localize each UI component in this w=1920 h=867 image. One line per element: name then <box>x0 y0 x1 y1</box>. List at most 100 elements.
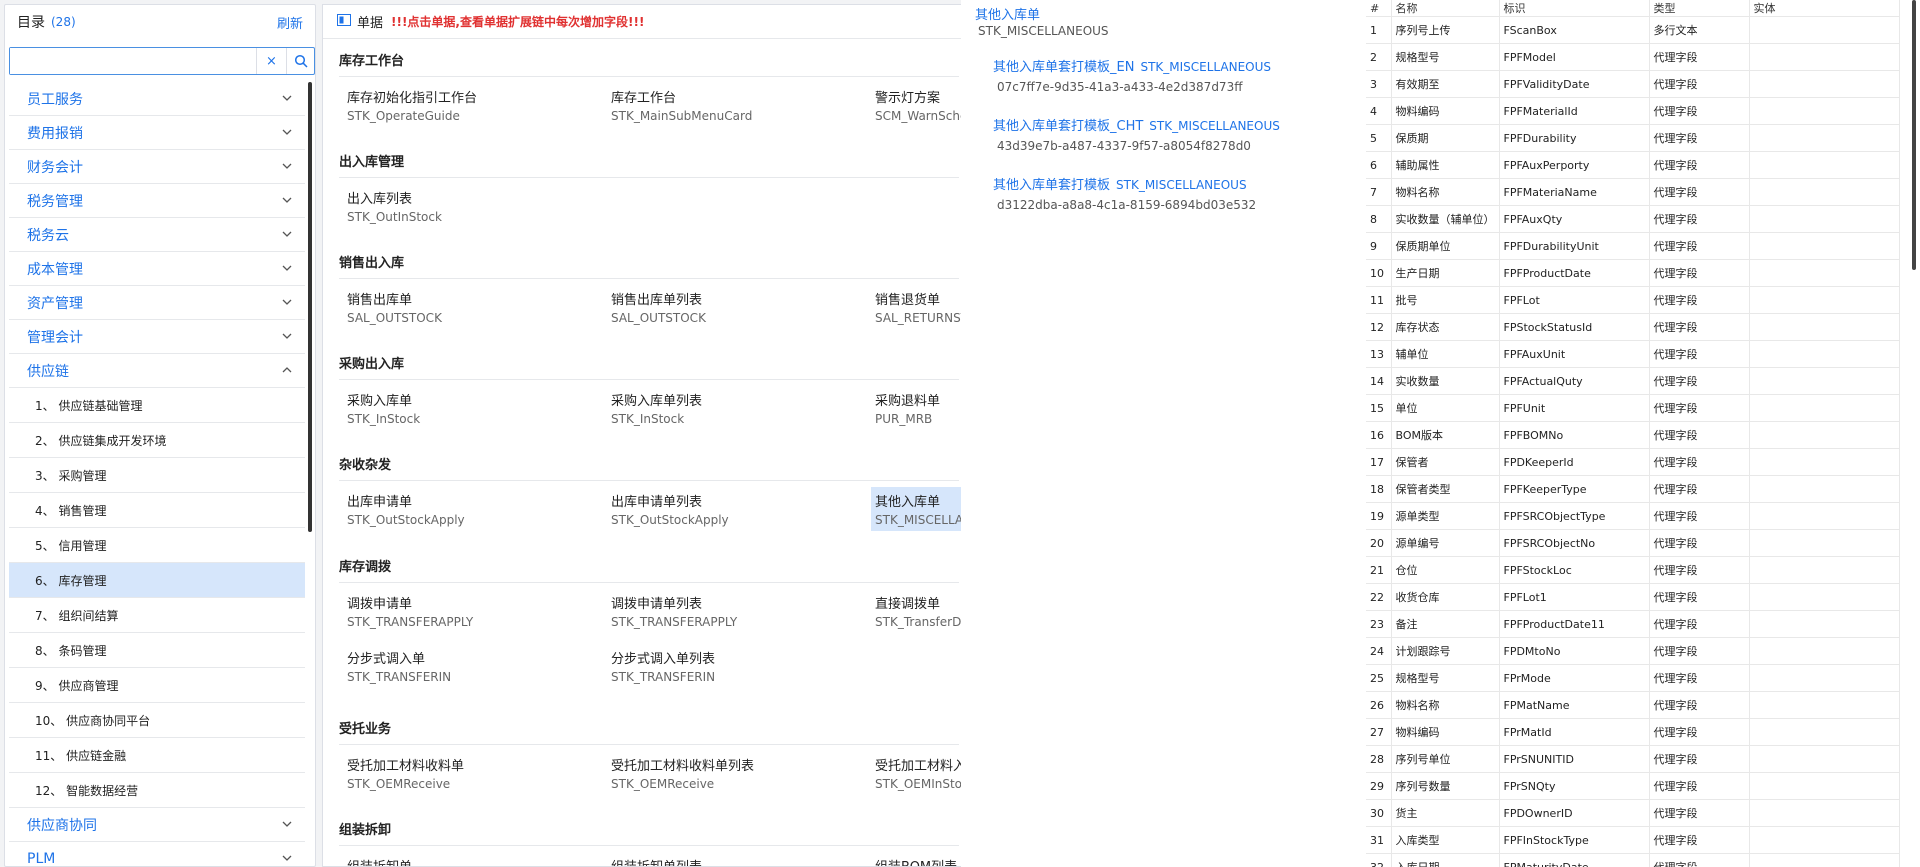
document-item[interactable]: 库存工作台 STK_MainSubMenuCard <box>607 83 857 127</box>
table-row[interactable]: 10 生产日期 FPFProductDate 代理字段 <box>1366 259 1900 287</box>
table-row[interactable]: 8 实收数量（辅单位） FPFAuxQty 代理字段 <box>1366 205 1900 233</box>
table-row[interactable]: 20 源单编号 FPFSRCObjectNo 代理字段 <box>1366 529 1900 557</box>
sidebar-subitem[interactable]: 4、 销售管理 <box>9 493 305 528</box>
table-row[interactable]: 14 实收数量 FPFActualQuty 代理字段 <box>1366 367 1900 395</box>
sidebar-subitem[interactable]: 2、 供应链集成开发环境 <box>9 423 305 458</box>
document-item[interactable]: 出库申请单列表 STK_OutStockApply <box>607 487 857 531</box>
chevron-down-icon[interactable] <box>281 228 295 242</box>
sidebar-subitem[interactable]: 1、 供应链基础管理 <box>9 388 305 423</box>
document-item[interactable]: 销售出库单列表 SAL_OUTSTOCK <box>607 285 857 329</box>
template-name[interactable]: 其他入库单套打模板_CHT STK_MISCELLANEOUS <box>993 115 1353 134</box>
chevron-down-icon[interactable] <box>281 262 295 276</box>
template-item[interactable]: 其他入库单套打模板_CHT STK_MISCELLANEOUS 43d39e7b-a… <box>993 115 1353 153</box>
template-item[interactable]: 其他入库单套打模板_EN STK_MISCELLANEOUS 07c7ff7e-9d… <box>993 56 1353 94</box>
chevron-up-icon[interactable] <box>281 364 295 378</box>
table-row[interactable]: 21 仓位 FPFStockLoc 代理字段 <box>1366 556 1900 584</box>
table-row[interactable]: 30 货主 FPDOwnerID 代理字段 <box>1366 799 1900 827</box>
table-row[interactable]: 24 计划跟踪号 FPDMtoNo 代理字段 <box>1366 637 1900 665</box>
template-item[interactable]: 其他入库单套打模板 STK_MISCELLANEOUS d3122dba-a8a8-… <box>993 174 1353 212</box>
sidebar-scrollbar[interactable] <box>308 82 312 532</box>
sidebar-subitem[interactable]: 8、 条码管理 <box>9 633 305 668</box>
document-item[interactable]: 组装拆卸单列表 <box>607 852 857 866</box>
table-row[interactable]: 15 单位 FPFUnit 代理字段 <box>1366 394 1900 422</box>
sidebar-subitem[interactable]: 9、 供应商管理 <box>9 668 305 703</box>
table-row[interactable]: 12 库存状态 FPStockStatusId 代理字段 <box>1366 313 1900 341</box>
table-row[interactable]: 27 物料编码 FPrMatId 代理字段 <box>1366 718 1900 746</box>
sidebar-subitem[interactable]: 10、 供应商协同平台 <box>9 703 305 738</box>
sidebar-category[interactable]: 供应商协同 <box>9 808 305 842</box>
document-item[interactable]: 警示灯方案 SCM_WarnScheme <box>871 83 961 127</box>
chevron-down-icon[interactable] <box>281 92 295 106</box>
table-row[interactable]: 31 入库类型 FPFInStockType 代理字段 <box>1366 826 1900 854</box>
chevron-down-icon[interactable] <box>281 852 295 866</box>
search-input[interactable] <box>10 48 256 74</box>
document-item[interactable]: 受托加工材料收料单列表 STK_OEMReceive <box>607 751 857 795</box>
sidebar-subitem[interactable]: 6、 库存管理 <box>9 563 305 598</box>
document-item[interactable]: 受托加工材料入库单 STK_OEMInStock <box>871 751 961 795</box>
table-row[interactable]: 3 有效期至 FPFValidityDate 代理字段 <box>1366 70 1900 98</box>
document-item[interactable]: 组装拆卸单 <box>343 852 593 866</box>
sidebar-subitem[interactable]: 11、 供应链金融 <box>9 738 305 773</box>
chevron-down-icon[interactable] <box>281 296 295 310</box>
table-row[interactable]: 25 规格型号 FPrMode 代理字段 <box>1366 664 1900 692</box>
document-item[interactable]: 出入库列表 STK_OutInStock <box>343 184 593 228</box>
table-row[interactable]: 28 序列号单位 FPrSNUNITID 代理字段 <box>1366 745 1900 773</box>
chevron-down-icon[interactable] <box>281 126 295 140</box>
table-row[interactable]: 1 序列号上传 FScanBox 多行文本 <box>1366 16 1900 44</box>
table-row[interactable]: 13 辅单位 FPFAuxUnit 代理字段 <box>1366 340 1900 368</box>
document-item[interactable]: 出库申请单 STK_OutStockApply <box>343 487 593 531</box>
table-row[interactable]: 2 规格型号 FPFModel 代理字段 <box>1366 43 1900 71</box>
table-row[interactable]: 6 辅助属性 FPFAuxPerporty 代理字段 <box>1366 151 1900 179</box>
refresh-button[interactable]: 刷新 <box>277 13 303 32</box>
document-item[interactable]: 销售退货单 SAL_RETURNSTOCK <box>871 285 961 329</box>
document-item[interactable]: 分步式调入单 STK_TRANSFERIN <box>343 644 593 688</box>
sidebar-category[interactable]: 管理会计 <box>9 320 305 354</box>
sidebar-category[interactable]: PLM <box>9 842 305 866</box>
sidebar-category[interactable]: 资产管理 <box>9 286 305 320</box>
template-name[interactable]: 其他入库单套打模板 STK_MISCELLANEOUS <box>993 174 1353 193</box>
clear-icon[interactable]: × <box>256 48 286 74</box>
table-row[interactable]: 16 BOM版本 FPFBOMNo 代理字段 <box>1366 421 1900 449</box>
document-item[interactable]: 库存初始化指引工作台 STK_OperateGuide <box>343 83 593 127</box>
sidebar-category[interactable]: 成本管理 <box>9 252 305 286</box>
document-item[interactable]: 采购入库单 STK_InStock <box>343 386 593 430</box>
template-name[interactable]: 其他入库单套打模板_EN STK_MISCELLANEOUS <box>993 56 1353 75</box>
sidebar-category[interactable]: 税务云 <box>9 218 305 252</box>
table-row[interactable]: 7 物料名称 FPFMateriaName 代理字段 <box>1366 178 1900 206</box>
document-item[interactable]: 采购退料单 PUR_MRB <box>871 386 961 430</box>
sidebar-category[interactable]: 税务管理 <box>9 184 305 218</box>
table-row[interactable]: 23 备注 FPFProductDate11 代理字段 <box>1366 610 1900 638</box>
search-icon[interactable] <box>286 48 314 74</box>
document-item[interactable]: 调拨申请单 STK_TRANSFERAPPLY <box>343 589 593 633</box>
table-row[interactable]: 19 源单类型 FPFSRCObjectType 代理字段 <box>1366 502 1900 530</box>
document-item[interactable]: 采购入库单列表 STK_InStock <box>607 386 857 430</box>
table-row[interactable]: 18 保管者类型 FPFKeeperType 代理字段 <box>1366 475 1900 503</box>
table-row[interactable]: 26 物料名称 FPMatName 代理字段 <box>1366 691 1900 719</box>
table-row[interactable]: 9 保质期单位 FPFDurabilityUnit 代理字段 <box>1366 232 1900 260</box>
table-row[interactable]: 29 序列号数量 FPrSNQty 代理字段 <box>1366 772 1900 800</box>
document-item[interactable]: 分步式调入单列表 STK_TRANSFERIN <box>607 644 857 688</box>
chevron-down-icon[interactable] <box>281 818 295 832</box>
sidebar-subitem[interactable]: 7、 组织间结算 <box>9 598 305 633</box>
table-row[interactable]: 4 物料编码 FPFMaterialId 代理字段 <box>1366 97 1900 125</box>
sidebar-category[interactable]: 供应链 <box>9 354 305 388</box>
sidebar-subitem[interactable]: 5、 信用管理 <box>9 528 305 563</box>
table-row[interactable]: 17 保管者 FPDKeeperId 代理字段 <box>1366 448 1900 476</box>
document-item[interactable]: 直接调拨单 STK_TransferDirect <box>871 589 961 633</box>
chevron-down-icon[interactable] <box>281 194 295 208</box>
document-item[interactable]: 组装BOM列表 <box>871 852 961 866</box>
chevron-down-icon[interactable] <box>281 330 295 344</box>
sidebar-category[interactable]: 财务会计 <box>9 150 305 184</box>
chevron-down-icon[interactable] <box>281 160 295 174</box>
document-item[interactable]: 受托加工材料收料单 STK_OEMReceive <box>343 751 593 795</box>
document-item[interactable]: 其他入库单 STK_MISCELLANEOUS <box>871 487 961 531</box>
table-row[interactable]: 32入库日期FPMaturityDate代理字段 <box>1366 853 1900 867</box>
table-row[interactable]: 11 批号 FPFLot 代理字段 <box>1366 286 1900 314</box>
sidebar-category[interactable]: 员工服务 <box>9 82 305 116</box>
table-row[interactable]: 5 保质期 FPFDurability 代理字段 <box>1366 124 1900 152</box>
table-row[interactable]: 22 收货仓库 FPFLot1 代理字段 <box>1366 583 1900 611</box>
document-item[interactable]: 调拨申请单列表 STK_TRANSFERAPPLY <box>607 589 857 633</box>
document-item[interactable]: 销售出库单 SAL_OUTSTOCK <box>343 285 593 329</box>
popup-main-name[interactable]: 其他入库单 <box>975 4 1040 23</box>
sidebar-subitem[interactable]: 12、 智能数据经营 <box>9 773 305 808</box>
